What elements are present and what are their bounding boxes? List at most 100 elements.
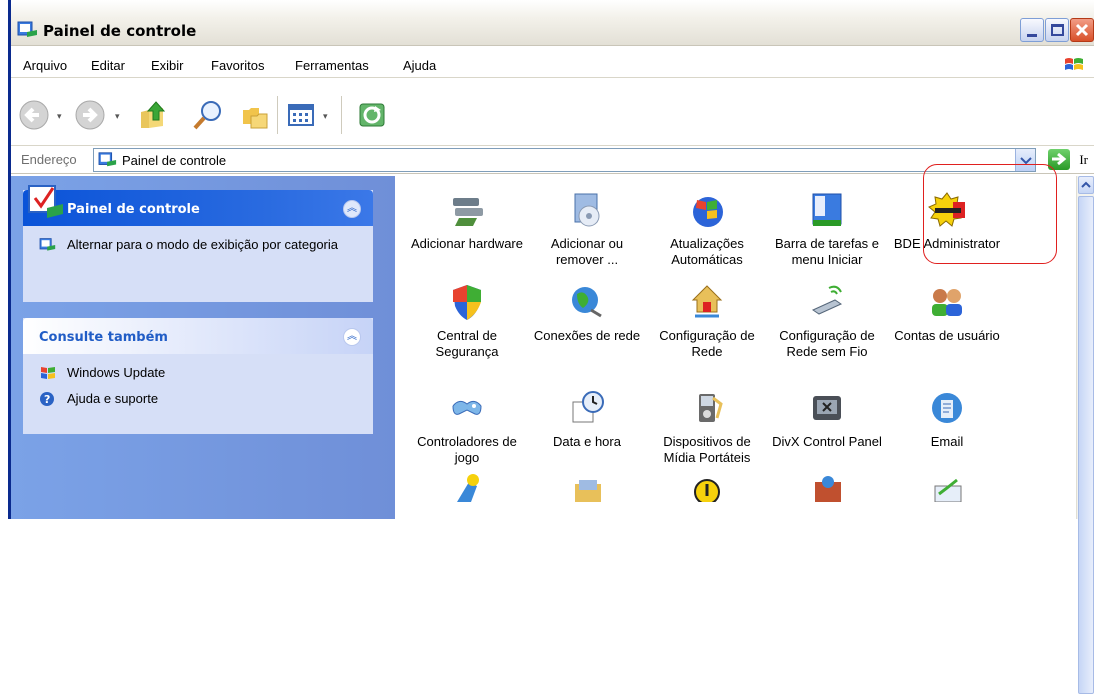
menu-favoritos[interactable]: Favoritos (211, 58, 264, 73)
item-label: Adicionar ou remover ... (550, 236, 624, 267)
menu-exibir[interactable]: Exibir (151, 58, 184, 73)
more-item-icon[interactable] (447, 472, 487, 502)
item-label: Email (930, 434, 964, 449)
control-panel-box: Painel de controle ︽ Alternar para o mod… (23, 185, 373, 302)
scroll-thumb[interactable] (1078, 196, 1094, 694)
item-date-time[interactable]: Data e hora (527, 388, 647, 450)
item-label: Central de Segurança (435, 328, 499, 359)
up-folder-icon[interactable] (135, 98, 171, 132)
item-add-hardware[interactable]: Adicionar hardware (407, 190, 527, 252)
item-divx-control-panel[interactable]: DivX Control Panel (767, 388, 887, 450)
views-dropdown-icon[interactable]: ▾ (323, 112, 328, 122)
toolbar-separator (341, 96, 342, 134)
box-title: Painel de controle (67, 202, 200, 217)
vertical-scrollbar[interactable] (1076, 176, 1094, 694)
help-support-link[interactable]: ? Ajuda e suporte (37, 390, 359, 412)
search-icon[interactable] (191, 98, 227, 132)
task-pane: Painel de controle ︽ Alternar para o mod… (11, 176, 395, 519)
switch-category-view-link[interactable]: Alternar para o modo de exibição por cat… (37, 236, 359, 258)
item-label: Contas de usuário (894, 328, 1000, 343)
network-setup-icon (691, 285, 723, 318)
control-panel-icon (39, 238, 56, 251)
portable-media-icon (699, 394, 723, 422)
item-label: Conexões de rede (533, 328, 641, 343)
see-also-box: Consulte também ︽ Windows Update ? Ajuda… (23, 318, 373, 434)
more-item-icon[interactable] (567, 472, 607, 502)
minimize-button[interactable] (1020, 18, 1044, 42)
game-controllers-icon (452, 400, 482, 415)
item-portable-media[interactable]: Dispositivos de Mídia Portáteis (647, 388, 767, 466)
date-time-icon (572, 391, 604, 423)
windows-update-link[interactable]: Windows Update (37, 364, 359, 386)
taskbar-icon (812, 193, 842, 226)
wireless-setup-icon (811, 285, 843, 315)
folders-icon[interactable] (237, 98, 273, 132)
item-label: Adicionar hardware (410, 236, 523, 251)
item-label: Configuração de Rede sem Fio (779, 328, 875, 359)
more-item-icon[interactable] (927, 472, 967, 502)
item-network-setup[interactable]: Configuração de Rede (647, 282, 767, 360)
close-icon (1075, 23, 1089, 37)
item-user-accounts[interactable]: Contas de usuário (887, 282, 1007, 344)
toolbar: ▾ ▾ ▾ (11, 80, 1094, 146)
control-panel-window: Painel de controle Arquivo Editar Exibir… (8, 0, 1094, 694)
menu-editar[interactable]: Editar (91, 58, 125, 73)
user-accounts-icon (932, 289, 962, 316)
back-dropdown-icon[interactable]: ▾ (57, 112, 62, 122)
windows-update-label: Windows Update (67, 365, 166, 380)
more-item-icon[interactable] (687, 472, 727, 502)
menu-bar: Arquivo Editar Exibir Favoritos Ferramen… (11, 52, 1094, 78)
collapse-icon[interactable]: ︽ (343, 200, 361, 218)
control-panel-large-icon (28, 185, 63, 218)
scroll-up-button[interactable] (1078, 176, 1094, 194)
window-title: Painel de controle (43, 22, 197, 40)
title-bar: Painel de controle (11, 0, 1094, 46)
maximize-button[interactable] (1045, 18, 1069, 42)
item-label: Configuração de Rede (659, 328, 755, 359)
item-game-controllers[interactable]: Controladores de jogo (407, 388, 527, 466)
item-taskbar[interactable]: Barra de tarefas e menu Iniciar (767, 190, 887, 268)
item-network-connections[interactable]: Conexões de rede (527, 282, 647, 344)
back-icon[interactable] (17, 98, 53, 132)
views-icon[interactable] (285, 98, 321, 132)
item-automatic-updates[interactable]: Atualizações Automáticas (647, 190, 767, 268)
toolbar-separator (277, 96, 278, 134)
item-label: Barra de tarefas e menu Iniciar (774, 236, 880, 267)
menu-ajuda[interactable]: Ajuda (403, 58, 436, 73)
windows-logo-icon (1065, 58, 1083, 70)
go-label[interactable]: Ir (1079, 152, 1088, 168)
control-panel-icon (98, 152, 117, 167)
forward-icon[interactable] (73, 98, 109, 132)
windows-update-icon (41, 367, 55, 379)
switch-category-view-label: Alternar para o modo de exibição por cat… (67, 237, 338, 252)
help-icon: ? (40, 392, 54, 406)
network-connections-icon (572, 287, 602, 318)
forward-dropdown-icon[interactable]: ▾ (115, 112, 120, 122)
folder-sync-icon[interactable] (355, 98, 391, 132)
control-panel-box-header[interactable]: Painel de controle ︽ (23, 185, 373, 226)
email-icon (932, 393, 962, 423)
address-label: Endereço (21, 152, 77, 167)
menu-ferramentas[interactable]: Ferramentas (295, 58, 369, 73)
item-email[interactable]: Email (887, 388, 1007, 450)
close-button[interactable] (1070, 18, 1094, 42)
security-center-icon (453, 285, 481, 320)
add-remove-programs-icon (574, 193, 600, 227)
item-add-remove-programs[interactable]: Adicionar ou remover ... (527, 190, 647, 268)
box-title: Consulte também (39, 330, 168, 345)
more-item-icon[interactable] (807, 472, 847, 502)
control-panel-icon (17, 21, 37, 37)
svg-text:?: ? (44, 393, 50, 406)
red-highlight-annotation (923, 164, 1057, 264)
item-security-center[interactable]: Central de Segurança (407, 282, 527, 360)
see-also-box-header[interactable]: Consulte também ︽ (23, 318, 373, 354)
address-input[interactable]: Painel de controle (93, 148, 1036, 172)
add-hardware-icon (453, 198, 483, 226)
divx-icon (813, 396, 841, 420)
item-label: Data e hora (553, 434, 621, 449)
automatic-updates-icon (693, 197, 723, 227)
collapse-icon[interactable]: ︽ (343, 328, 361, 346)
help-support-label: Ajuda e suporte (67, 391, 159, 406)
item-wireless-setup[interactable]: Configuração de Rede sem Fio (767, 282, 887, 360)
menu-arquivo[interactable]: Arquivo (23, 58, 67, 73)
